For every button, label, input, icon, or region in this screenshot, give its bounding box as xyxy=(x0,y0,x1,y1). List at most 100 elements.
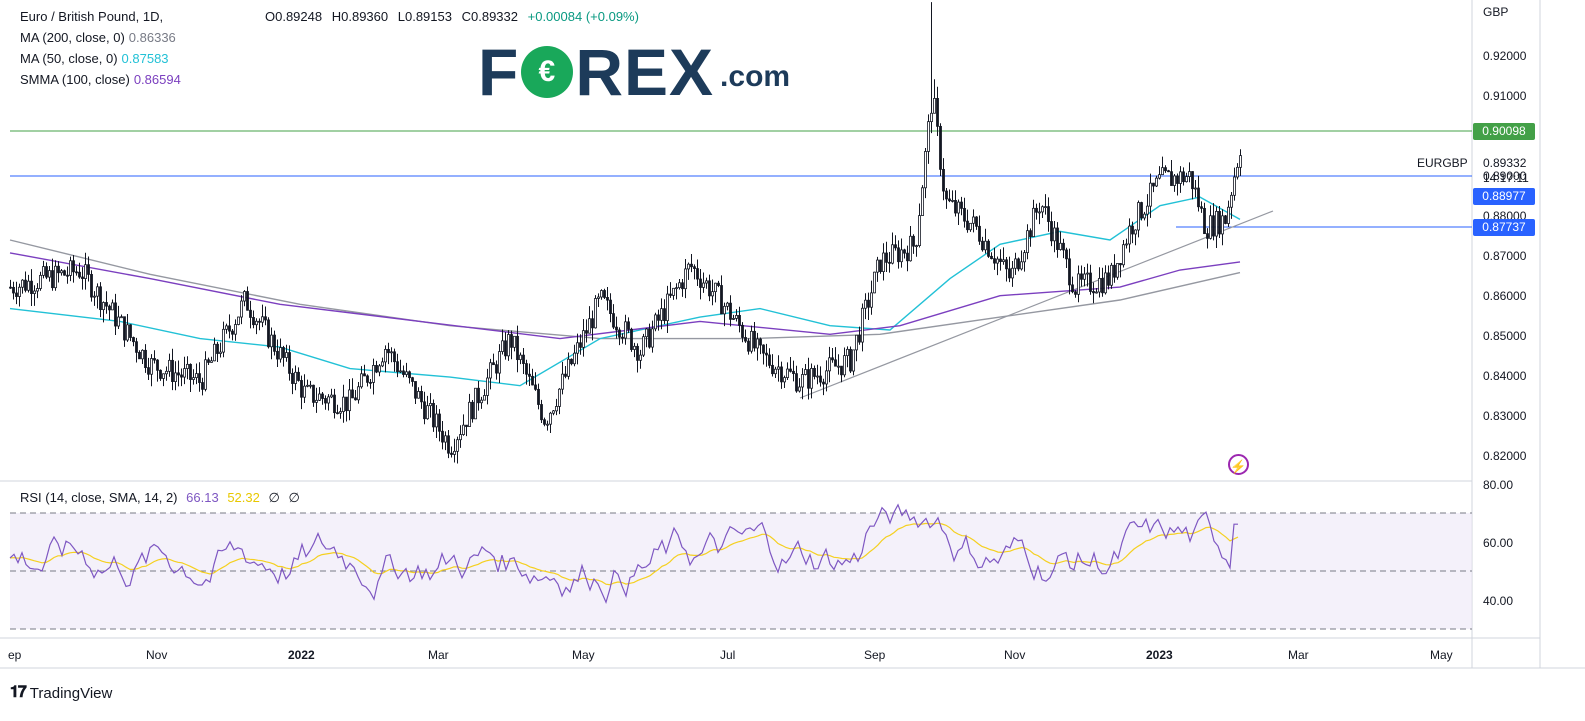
candle-body xyxy=(429,403,432,407)
candle-body xyxy=(486,377,489,396)
candle-body xyxy=(930,112,933,123)
candle-body xyxy=(360,373,363,388)
ohlc-low: L0.89153 xyxy=(397,9,452,24)
candle-body xyxy=(45,266,48,278)
candle-body xyxy=(54,265,57,289)
candle-body xyxy=(420,391,423,403)
candle-body xyxy=(462,424,465,435)
candle-body xyxy=(945,190,948,200)
candle-body xyxy=(783,377,786,383)
candle-body xyxy=(132,337,135,343)
candle-body xyxy=(393,351,396,363)
candle-body xyxy=(381,361,384,367)
candle-body xyxy=(456,439,459,452)
candle-body xyxy=(834,359,837,367)
candle-body xyxy=(960,201,963,209)
candle-body xyxy=(549,412,552,425)
candle-body xyxy=(885,252,888,263)
candle-body xyxy=(747,340,750,352)
candle-body xyxy=(678,282,681,289)
candle-body xyxy=(366,375,369,383)
candle-body xyxy=(432,403,435,428)
candle-body xyxy=(903,249,906,254)
candle-body xyxy=(1173,175,1176,186)
candle-body xyxy=(324,398,327,404)
candle-body xyxy=(954,200,957,214)
candle-body xyxy=(417,391,420,399)
candle-body xyxy=(141,349,144,360)
price-axis-label: 0.84000 xyxy=(1483,369,1527,383)
candle-body xyxy=(768,354,771,366)
candle-body xyxy=(816,375,819,378)
time-axis-label: ep xyxy=(8,648,22,662)
candle-body xyxy=(642,336,645,356)
candle-body xyxy=(975,216,978,227)
candle-body xyxy=(981,240,984,251)
candle-body xyxy=(351,389,354,399)
candle-body xyxy=(498,351,501,374)
candle-body xyxy=(405,371,408,375)
time-axis-label: Jul xyxy=(720,648,736,662)
candle-body xyxy=(27,280,30,291)
candle-body xyxy=(1050,221,1053,242)
candle-body xyxy=(741,324,744,338)
candle-body xyxy=(450,452,453,455)
candle-body xyxy=(81,276,84,279)
ma50-legend[interactable]: MA (50, close, 0) 0.87583 xyxy=(20,48,185,69)
candle-body xyxy=(369,381,372,384)
candle-body xyxy=(618,329,621,338)
symbol-title[interactable]: Euro / British Pound, 1D, xyxy=(20,6,185,27)
candle-body xyxy=(546,423,549,426)
candle-body xyxy=(306,384,309,387)
candle-body xyxy=(813,367,816,377)
candle-body xyxy=(822,381,825,385)
smma100-legend[interactable]: SMMA (100, close) 0.86594 xyxy=(20,69,185,90)
candle-body xyxy=(696,268,699,280)
candle-body xyxy=(303,385,306,398)
rsi-legend[interactable]: RSI (14, close, SMA, 14, 2) 66.13 52.32 … xyxy=(20,490,305,506)
candle-body xyxy=(1101,278,1104,294)
candle-body xyxy=(1215,210,1218,237)
candle-body xyxy=(1158,174,1161,179)
tradingview-logo[interactable]: 𝟏𝟕 TradingView xyxy=(10,684,112,702)
candle-body xyxy=(1239,155,1242,168)
candle-body xyxy=(72,260,75,273)
candle-body xyxy=(1068,258,1071,286)
candle-body xyxy=(888,261,891,264)
candle-body xyxy=(1092,291,1095,294)
candle-body xyxy=(855,334,858,351)
candle-body xyxy=(135,341,138,353)
flash-icon[interactable]: ⚡ xyxy=(1228,454,1249,475)
candle-body xyxy=(924,151,927,189)
candle-body xyxy=(1140,202,1143,219)
price-tag-level: 0.88977 xyxy=(1473,188,1535,205)
candle-body xyxy=(1119,263,1122,266)
candle-body xyxy=(555,406,558,412)
candle-body xyxy=(1008,268,1011,279)
candle-body xyxy=(315,399,318,403)
candle-body xyxy=(771,364,774,375)
candle-body xyxy=(489,362,492,379)
smma100-value: 0.86594 xyxy=(133,72,181,87)
candle-body xyxy=(1113,264,1116,278)
candle-body xyxy=(162,373,165,379)
candle-body xyxy=(684,268,687,290)
candle-body xyxy=(240,300,243,318)
candle-body xyxy=(894,244,897,249)
chart-canvas[interactable] xyxy=(0,0,1585,721)
candle-body xyxy=(906,252,909,262)
candle-body xyxy=(828,357,831,372)
ma200-legend[interactable]: MA (200, close, 0) 0.86336 xyxy=(20,27,185,48)
candle-body xyxy=(1062,242,1065,251)
indicator-legend: Euro / British Pound, 1D, MA (200, close… xyxy=(20,6,185,90)
candle-body xyxy=(711,291,714,297)
candle-body xyxy=(621,336,624,339)
candle-body xyxy=(1023,252,1026,263)
candle-body xyxy=(1038,211,1041,214)
candle-body xyxy=(567,358,570,377)
time-axis-label: 2023 xyxy=(1146,648,1173,662)
candle-body xyxy=(636,345,639,361)
candle-body xyxy=(633,345,636,350)
candle-body xyxy=(231,330,234,335)
candle-body xyxy=(264,316,267,321)
